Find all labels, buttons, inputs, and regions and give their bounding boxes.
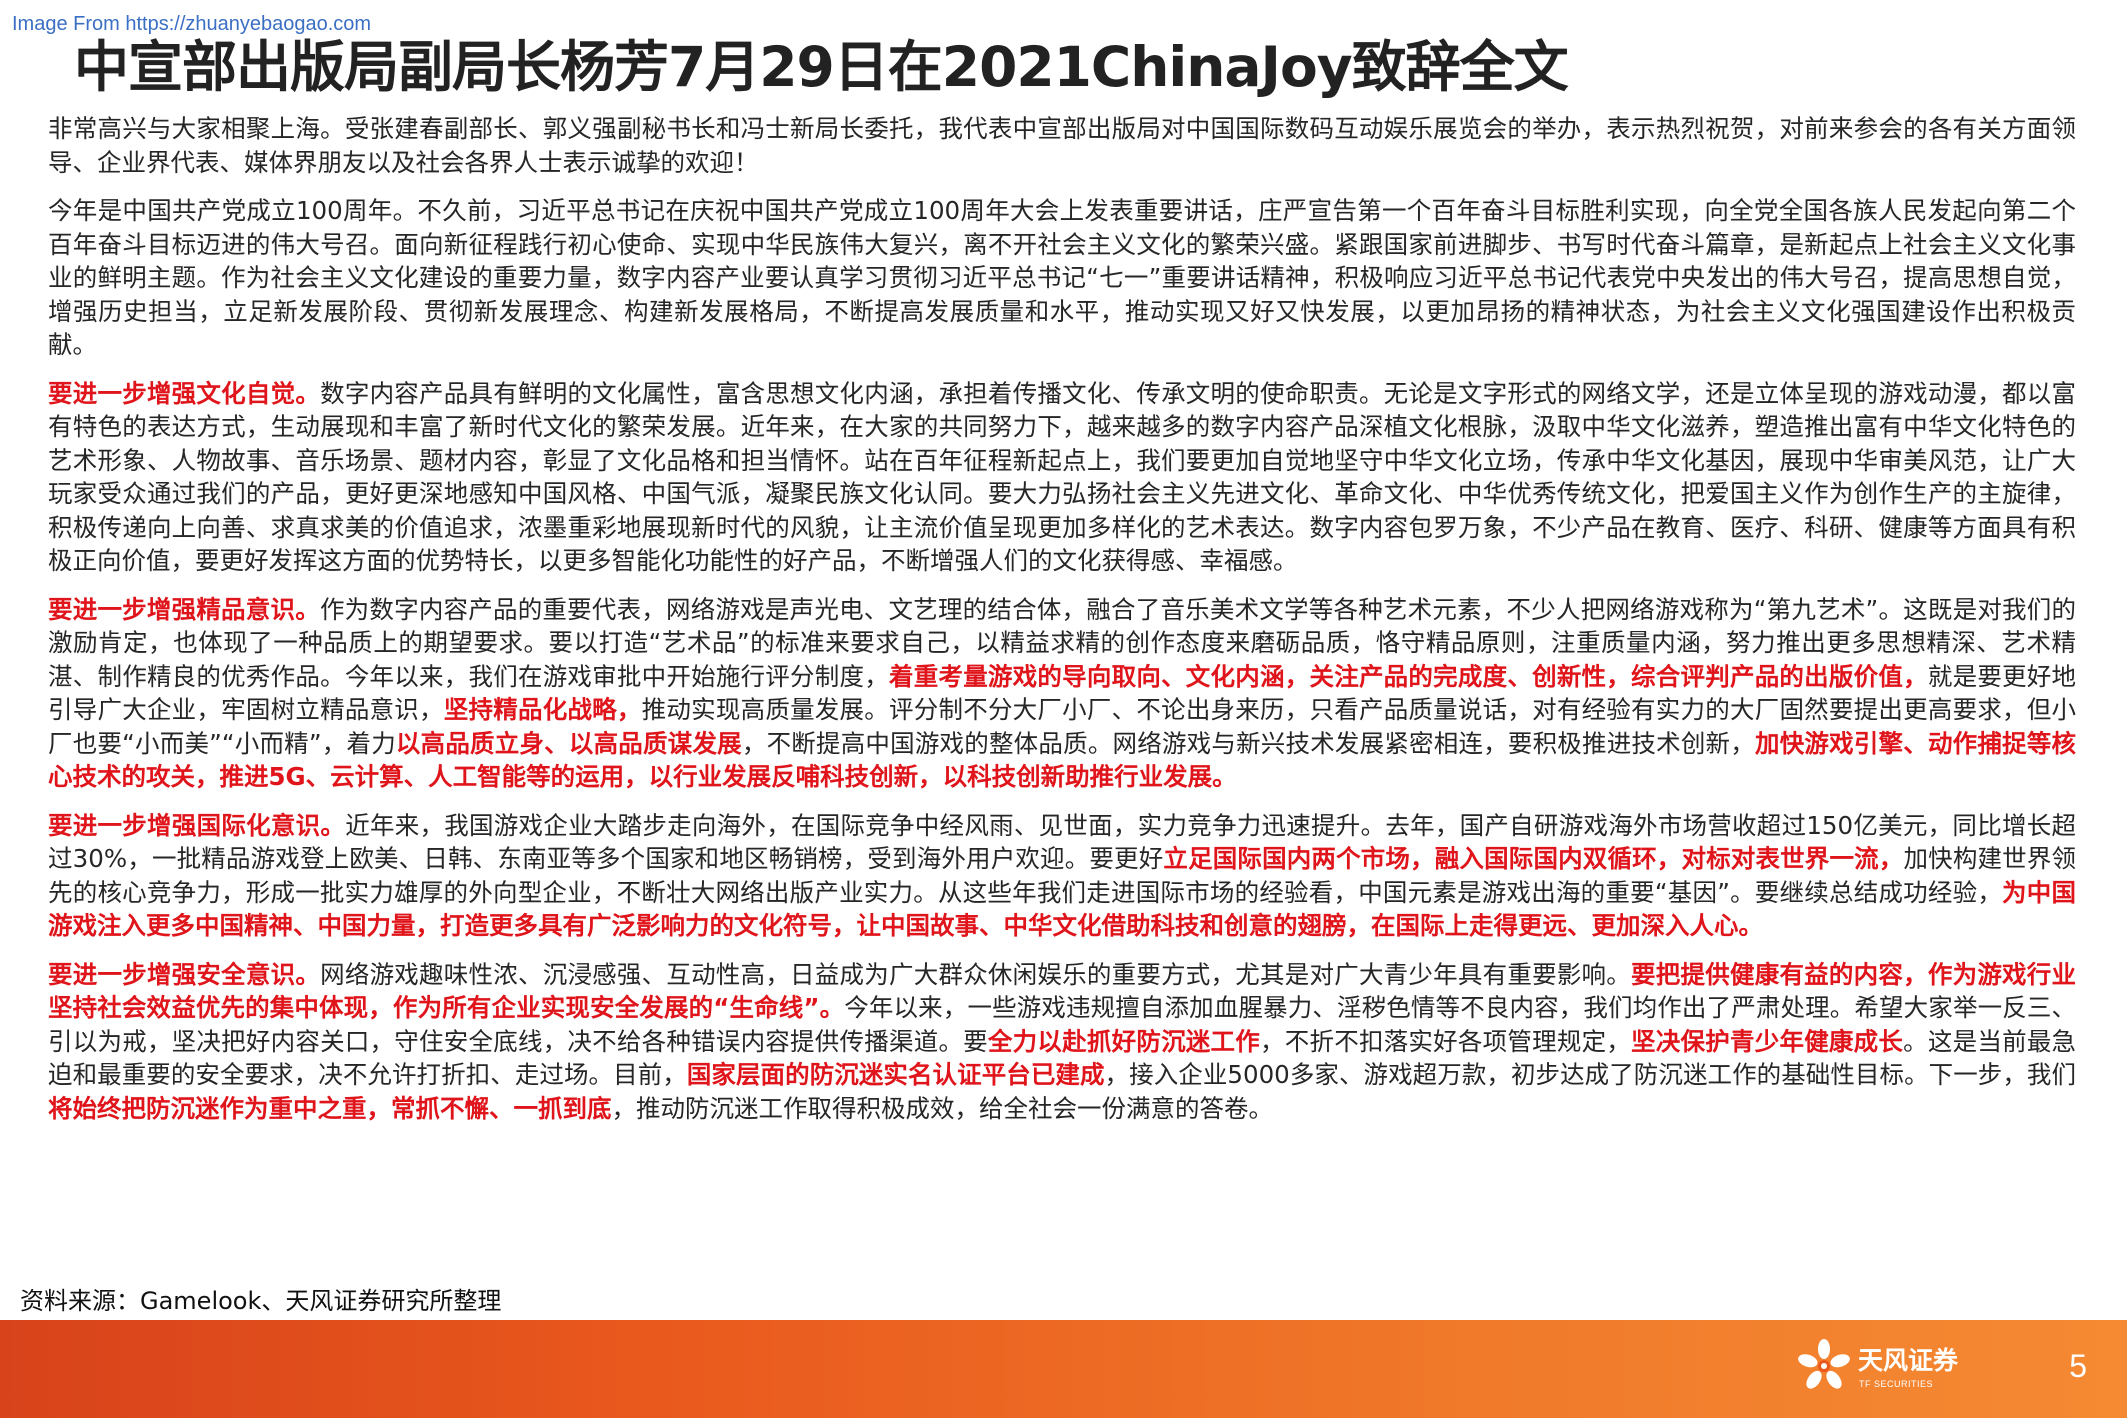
footer-bar: 天风证券 TF SECURITIES 5 (0, 1320, 2127, 1418)
body-paragraph: 要进一步增强精品意识。作为数字内容产品的重要代表，网络游戏是声光电、文艺理的结合… (48, 593, 2076, 794)
source-note: 资料来源：Gamelook、天风证券研究所整理 (20, 1287, 502, 1315)
highlighted-text: 国家层面的防沉迷实名认证平台已建成 (686, 1060, 1105, 1089)
body-text: 数字内容产品具有鲜明的文化属性，富含思想文化内涵，承担着传播文化、传承文明的使命… (48, 378, 2077, 576)
highlighted-text: 将始终把防沉迷作为重中之重，常抓不懈、一抓到底 (48, 1093, 612, 1123)
body-text: 今年是中国共产党成立100周年。不久前，习近平总书记在庆祝中国共产党成立100周… (48, 196, 2076, 359)
logo-name-cn: 天风证券 (1858, 1346, 1959, 1375)
highlighted-text: 坚决保护青少年健康成长 (1631, 1026, 1904, 1056)
body-text: 网络游戏趣味性浓、沉浸感强、互动性高，日益成为广大群众休闲娱乐的重要方式，尤其是… (320, 959, 1632, 989)
body-text: ，推动防沉迷工作取得积极成效，给全社会一份满意的答卷。 (611, 1093, 1274, 1123)
body-paragraph: 非常高兴与大家相聚上海。受张建春副部长、郭义强副秘书长和冯士新局长委托，我代表中… (48, 112, 2076, 179)
highlighted-text: 坚持精品化战略， (443, 695, 642, 724)
highlighted-text: 全力以赴抓好防沉迷工作 (987, 1026, 1261, 1056)
body-text: 非常高兴与大家相聚上海。受张建春副部长、郭义强副秘书长和冯士新局长委托，我代表中… (48, 114, 2076, 177)
highlighted-text: 着重考量游戏的导向取向、文化内涵，关注产品的完成度、创新性，综合评判产品的出版价… (888, 661, 1928, 691)
logo-name-en: TF SECURITIES (1859, 1379, 1934, 1389)
body-paragraph: 要进一步增强国际化意识。近年来，我国游戏企业大踏步走向海外，在国际竞争中经风雨、… (48, 809, 2076, 943)
brand-logo: 天风证券 TF SECURITIES (1796, 1338, 1996, 1400)
body-paragraph: 要进一步增强安全意识。网络游戏趣味性浓、沉浸感强、互动性高，日益成为广大群众休闲… (48, 958, 2076, 1126)
highlighted-text: 以高品质立身、以高品质谋发展 (395, 728, 742, 758)
highlighted-text: 要进一步增强国际化意识。 (48, 810, 346, 840)
body-text: ，不断提高中国游戏的整体品质。网络游戏与新兴技术发展紧密相连，要积极推进技术创新… (741, 728, 1755, 758)
highlighted-text: 要进一步增强文化自觉。 (48, 378, 321, 408)
highlighted-text: 立足国际国内两个市场，融入国际国内双循环，对标对表世界一流， (1163, 844, 1904, 873)
body-paragraph: 今年是中国共产党成立100周年。不久前，习近平总书记在庆祝中国共产党成立100周… (48, 194, 2076, 362)
page-number: 5 (2069, 1348, 2087, 1384)
body-text: ，不折不扣落实好各项管理规定， (1260, 1026, 1632, 1056)
article-body: 非常高兴与大家相聚上海。受张建春副部长、郭义强副秘书长和冯士新局长委托，我代表中… (48, 112, 2076, 1140)
page-title: 中宣部出版局副局长杨芳7月29日在2021ChinaJoy致辞全文 (74, 35, 1569, 99)
highlighted-text: 要进一步增强精品意识。 (48, 594, 320, 624)
flower-logo-icon (1798, 1339, 1850, 1389)
highlighted-text: 要进一步增强安全意识。 (48, 959, 321, 989)
body-text: ，接入企业5000多家、游戏超万款，初步达成了防沉迷工作的基础性目标。下一步，我… (1104, 1060, 2077, 1089)
body-paragraph: 要进一步增强文化自觉。数字内容产品具有鲜明的文化属性，富含思想文化内涵，承担着传… (48, 377, 2076, 578)
